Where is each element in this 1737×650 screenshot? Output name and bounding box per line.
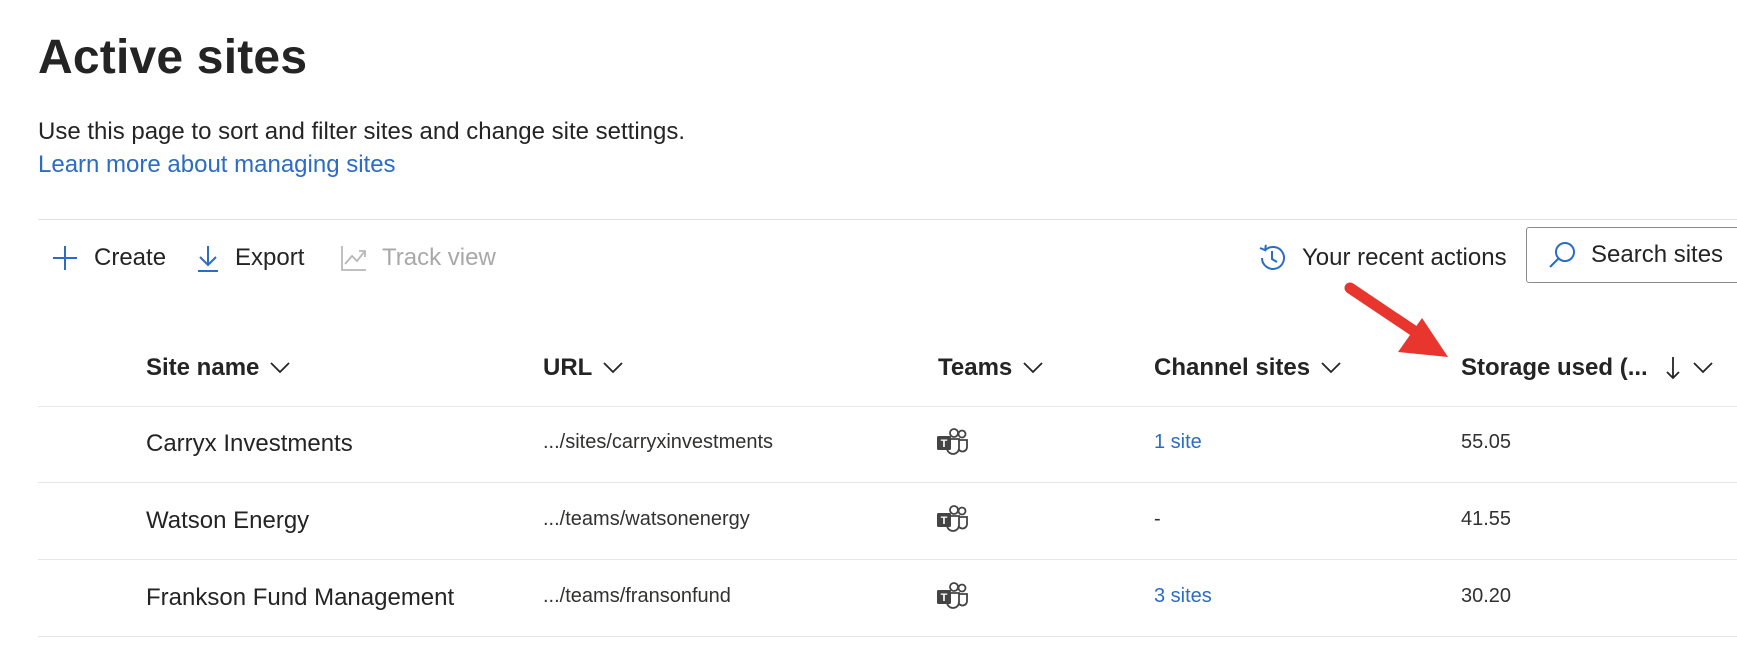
column-label-teams: Teams xyxy=(938,354,1013,381)
plus-icon xyxy=(53,246,77,270)
site-name-cell[interactable]: Frankson Fund Management xyxy=(146,584,454,612)
line-chart-icon xyxy=(341,246,366,271)
search-input[interactable]: Search sites xyxy=(1526,227,1737,283)
search-placeholder: Search sites xyxy=(1591,241,1724,268)
column-header-url[interactable]: URL xyxy=(543,351,624,385)
chevron-down-icon xyxy=(603,362,623,374)
url-cell: .../sites/carryxinvestments xyxy=(543,431,774,453)
recent-actions-button[interactable]: Your recent actions xyxy=(1256,240,1507,276)
channel-sites-link[interactable]: 1 site xyxy=(1154,431,1202,454)
row-divider xyxy=(38,482,1737,483)
page-title: Active sites xyxy=(38,31,308,84)
annotation-arrow xyxy=(1344,282,1448,357)
history-icon xyxy=(1259,244,1285,270)
row-divider xyxy=(38,559,1737,560)
chevron-down-icon xyxy=(1693,362,1713,374)
track-view-label: Track view xyxy=(382,244,496,271)
svg-text:T: T xyxy=(941,438,948,450)
teams-icon: T xyxy=(937,505,968,532)
url-cell: .../teams/watsonenergy xyxy=(543,508,750,530)
header-divider xyxy=(38,219,1737,220)
url-cell: .../teams/fransonfund xyxy=(543,585,731,607)
download-icon xyxy=(198,246,218,272)
create-label: Create xyxy=(94,244,167,271)
export-button[interactable]: Export xyxy=(195,240,304,276)
column-label-url: URL xyxy=(543,354,593,381)
row-divider xyxy=(38,636,1737,637)
learn-more-link[interactable]: Learn more about managing sites xyxy=(38,151,396,179)
site-name-cell[interactable]: Carryx Investments xyxy=(146,430,353,458)
teams-icon: T xyxy=(937,428,968,455)
chevron-down-icon xyxy=(1023,362,1043,374)
teams-icon: T xyxy=(937,582,968,609)
storage-used-cell: 55.05 xyxy=(1461,431,1512,453)
column-header-site-name[interactable]: Site name xyxy=(146,351,291,385)
column-label-site-name: Site name xyxy=(146,354,260,381)
chevron-down-icon xyxy=(270,362,291,374)
site-name-cell[interactable]: Watson Energy xyxy=(146,507,309,535)
column-header-teams[interactable]: Teams xyxy=(938,351,1044,385)
recent-actions-label: Your recent actions xyxy=(1302,244,1507,271)
header-row-divider xyxy=(38,406,1737,407)
column-label-storage-used: Storage used (... xyxy=(1461,354,1648,381)
create-button[interactable]: Create xyxy=(50,240,166,276)
svg-text:T: T xyxy=(941,515,948,527)
storage-used-cell: 30.20 xyxy=(1461,585,1512,607)
chevron-down-icon xyxy=(1321,362,1341,374)
export-label: Export xyxy=(235,244,305,271)
channel-sites-link[interactable]: 3 sites xyxy=(1154,585,1212,608)
track-view-button[interactable]: Track view xyxy=(340,240,496,276)
column-header-storage-used[interactable]: Storage used (... xyxy=(1461,351,1714,385)
channel-sites-cell: - xyxy=(1154,508,1161,530)
column-header-channel-sites[interactable]: Channel sites xyxy=(1154,351,1342,385)
svg-text:T: T xyxy=(941,592,948,604)
storage-used-cell: 41.55 xyxy=(1461,508,1512,530)
sort-descending-icon xyxy=(1666,357,1680,380)
search-icon xyxy=(1549,242,1575,268)
page-description: Use this page to sort and filter sites a… xyxy=(38,118,686,145)
column-label-channel-sites: Channel sites xyxy=(1154,354,1311,381)
